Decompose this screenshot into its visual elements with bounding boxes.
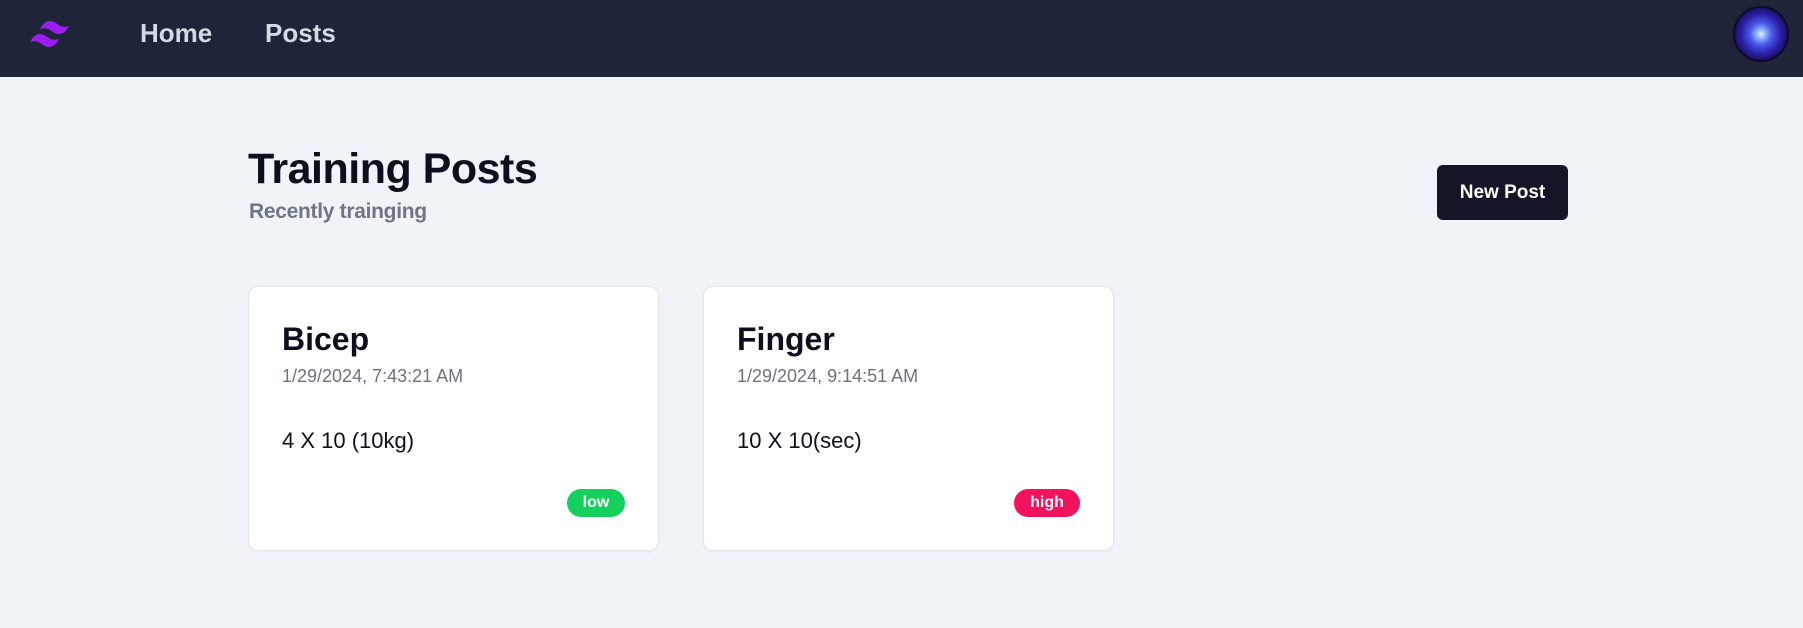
tailwind-logo-icon[interactable] xyxy=(26,14,80,54)
page-title: Training Posts xyxy=(248,145,538,193)
post-body: 4 X 10 (10kg) xyxy=(282,428,415,453)
intensity-badge: low xyxy=(567,489,625,517)
new-post-button[interactable]: New Post xyxy=(1437,165,1568,220)
intensity-badge: high xyxy=(1014,489,1080,517)
post-card-bicep[interactable]: Bicep 1/29/2024, 7:43:21 AM 4 X 10 (10kg… xyxy=(248,286,659,551)
post-title: Bicep xyxy=(282,321,370,357)
post-card-finger[interactable]: Finger 1/29/2024, 9:14:51 AM 10 X 10(sec… xyxy=(703,286,1114,551)
post-date: 1/29/2024, 7:43:21 AM xyxy=(282,366,464,386)
post-body: 10 X 10(sec) xyxy=(737,428,862,453)
page-subtitle: Recently trainging xyxy=(249,200,427,223)
post-date: 1/29/2024, 9:14:51 AM xyxy=(737,366,919,386)
user-avatar-icon[interactable] xyxy=(1733,6,1789,62)
nav-link-home[interactable]: Home xyxy=(140,16,212,50)
nav-link-posts[interactable]: Posts xyxy=(265,16,336,50)
post-title: Finger xyxy=(737,321,835,357)
top-navbar: Home Posts xyxy=(0,0,1803,77)
